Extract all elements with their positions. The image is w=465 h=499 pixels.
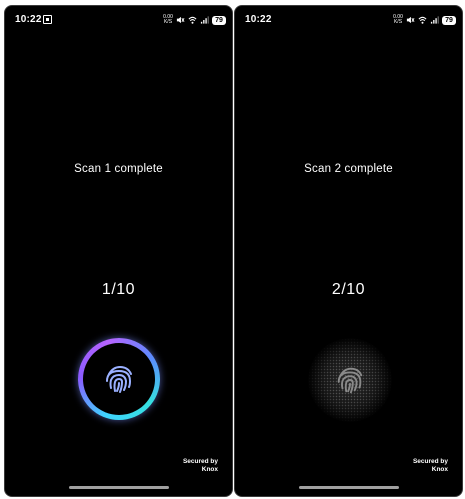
scan-progress-counter: 1/10: [101, 281, 136, 298]
data-speed-indicator: 0.00 K/S: [393, 15, 403, 25]
knox-text: Knox: [431, 466, 448, 473]
battery-indicator: 79: [212, 15, 226, 25]
wifi-icon: [418, 16, 427, 24]
fingerprint-sensor-area[interactable]: [308, 338, 392, 422]
battery-indicator: 79: [442, 15, 456, 25]
scan-status-message: Scan 2 complete: [304, 163, 393, 175]
knox-text: Knox: [201, 466, 218, 473]
secured-by-text: Secured by: [182, 458, 218, 465]
mute-icon: [176, 16, 185, 24]
phone-screen-2: 10:22 0.00 K/S 79 Scan 2 complete 2/10 S…: [234, 5, 463, 497]
screenshot-icon: [43, 15, 52, 24]
scan-status-message: Scan 1 complete: [74, 163, 163, 175]
signal-icon: [200, 16, 209, 24]
status-icons: 0.00 K/S 79: [163, 14, 226, 26]
mute-icon: [406, 16, 415, 24]
secured-by-text: Secured by: [412, 458, 448, 465]
home-indicator[interactable]: [299, 486, 399, 489]
scan-progress-counter: 2/10: [331, 281, 366, 298]
secured-by-knox-label: Secured by Knox: [183, 458, 218, 474]
data-speed-indicator: 0.00 K/S: [163, 15, 173, 25]
status-time: 10:22: [245, 14, 272, 25]
status-bar: 10:22 0.00 K/S 79: [235, 6, 462, 32]
wifi-icon: [188, 16, 197, 24]
status-icons: 0.00 K/S 79: [393, 14, 456, 26]
status-time: 10:22: [15, 14, 42, 25]
status-bar: 10:22 0.00 K/S 79: [5, 6, 232, 32]
fingerprint-icon: [337, 367, 363, 394]
fingerprint-icon: [106, 365, 132, 393]
signal-icon: [430, 16, 439, 24]
phone-screen-1: 10:22 0.00 K/S 79 Scan 1 complete 1/10 S…: [4, 5, 233, 497]
data-speed-unit: K/S: [163, 19, 173, 25]
data-speed-unit: K/S: [393, 19, 403, 25]
secured-by-knox-label: Secured by Knox: [413, 458, 448, 474]
home-indicator[interactable]: [69, 486, 169, 489]
fingerprint-sensor-area[interactable]: [78, 338, 160, 420]
